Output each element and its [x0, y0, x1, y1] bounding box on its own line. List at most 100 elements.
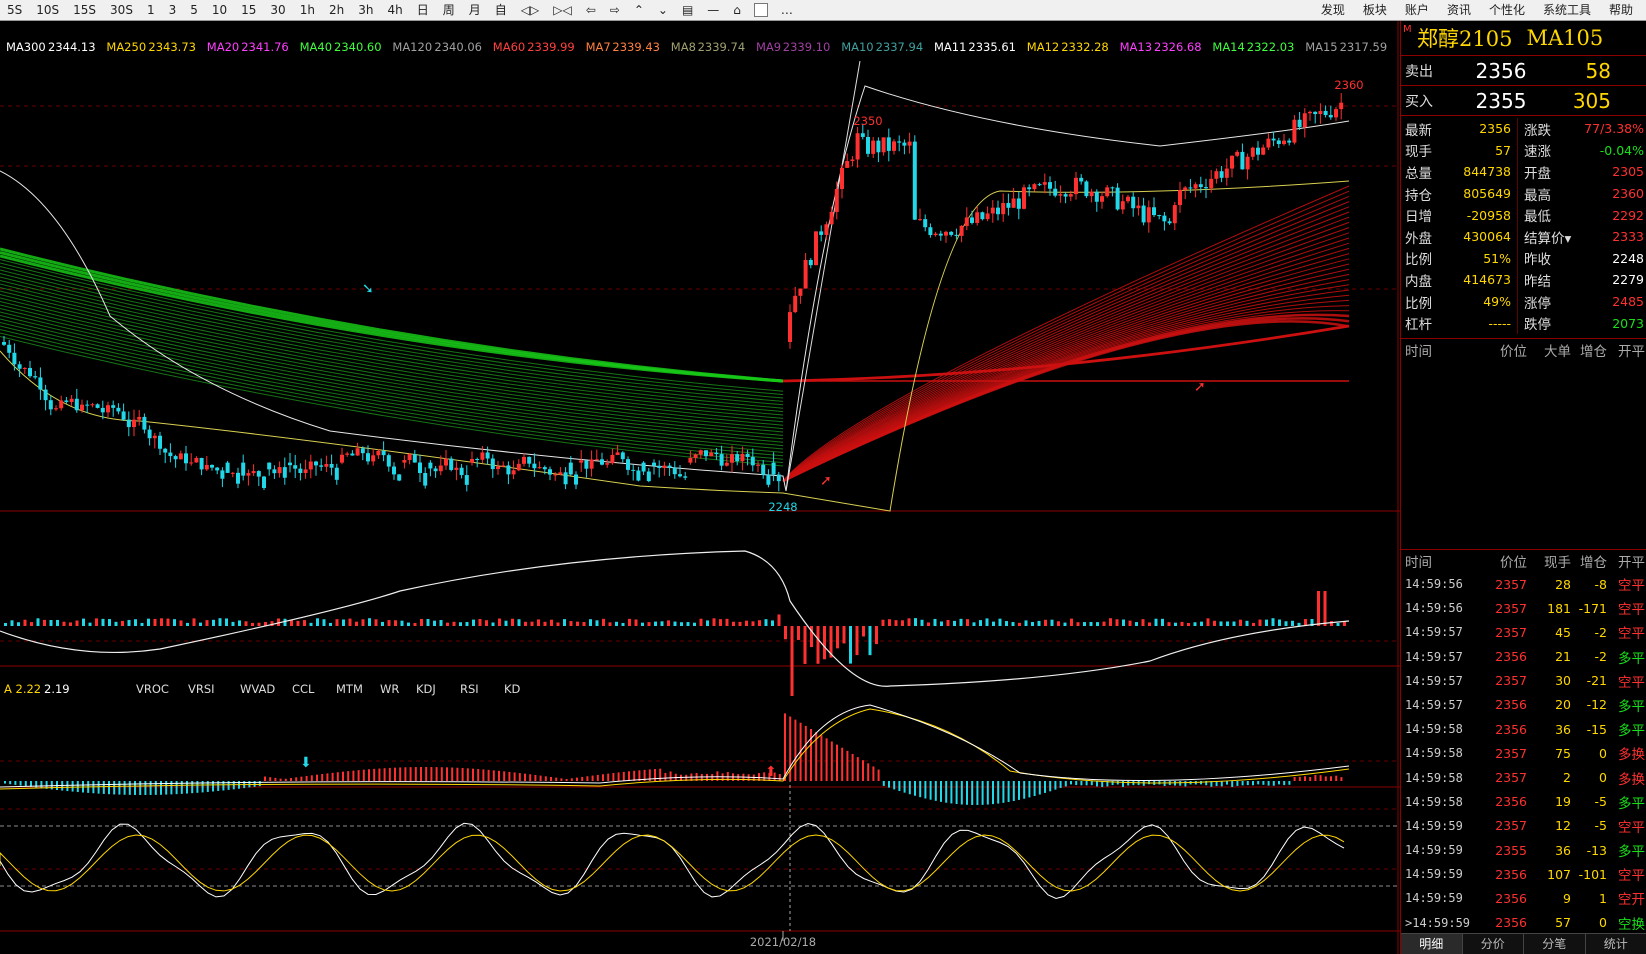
period-button-12[interactable]: 3h	[351, 0, 380, 20]
period-button-26[interactable]: ⌂	[726, 0, 748, 20]
volume-bar	[1206, 618, 1210, 626]
stat-label[interactable]: 结算价▾	[1524, 227, 1580, 247]
indicator-tab-kdj[interactable]: KDJ	[416, 682, 436, 696]
menu-item-2[interactable]: 账户	[1396, 0, 1438, 20]
period-button-25[interactable]: —	[700, 0, 726, 20]
menu-item-6[interactable]: 帮助	[1600, 0, 1642, 20]
candle-body	[95, 404, 100, 408]
candle-body	[620, 452, 625, 460]
period-button-20[interactable]: ⇦	[579, 0, 603, 20]
stat-row: 比例 49% 涨停 2485	[1401, 290, 1646, 313]
period-button-9[interactable]: 30	[263, 0, 292, 20]
period-button-21[interactable]: ⇨	[603, 0, 627, 20]
kline-chart-area[interactable]: MA300 2344.13 MA250 2343.73 MA20 2341.76 MA40 2…	[0, 21, 1400, 954]
volume-bar	[368, 618, 371, 626]
tick-change: -2	[1594, 649, 1607, 665]
quote-panel: M 郑醇2105 MA105 卖出 2356 58 买入 2355 305 最新…	[1400, 21, 1646, 954]
period-button-6[interactable]: 5	[183, 0, 205, 20]
candle-body	[340, 454, 344, 463]
candle-body	[355, 448, 360, 456]
menu-item-3[interactable]: 资讯	[1438, 0, 1480, 20]
period-button-2[interactable]: 15S	[66, 0, 103, 20]
period-button-11[interactable]: 2h	[322, 0, 351, 20]
stat-value: 414673	[1463, 272, 1511, 288]
menu-item-1[interactable]: 板块	[1354, 0, 1396, 20]
indicator-tab-wvad[interactable]: WVAD	[240, 682, 275, 696]
period-button-16[interactable]: 月	[462, 0, 488, 20]
period-button-5[interactable]: 3	[162, 0, 184, 20]
macd-bar	[1262, 781, 1265, 785]
period-button-8[interactable]: 15	[234, 0, 263, 20]
candle-body	[990, 207, 995, 214]
indicator-tab-vrsi[interactable]: VRSI	[188, 682, 215, 696]
volume-bar	[1044, 619, 1047, 626]
contract-code[interactable]: 郑醇2105	[1417, 23, 1512, 53]
menu-item-5[interactable]: 系统工具	[1534, 0, 1600, 20]
volume-bar	[212, 619, 215, 626]
macd-bar	[321, 774, 324, 781]
period-button-3[interactable]: 30S	[103, 0, 140, 20]
indicator-tab-ccl[interactable]: CCL	[292, 682, 315, 696]
ma-legend-value: 2332.28	[1061, 40, 1109, 54]
menu-item-0[interactable]: 发现	[1312, 0, 1354, 20]
tab-1[interactable]: 分价	[1463, 934, 1524, 954]
tab-3[interactable]: 统计	[1586, 934, 1646, 954]
volume-bar	[1174, 622, 1177, 626]
volume-bar	[1122, 619, 1125, 626]
tick-change: -13	[1586, 842, 1607, 858]
period-button-24[interactable]: ▤	[675, 0, 700, 20]
volume-bar	[933, 618, 937, 626]
period-button-19[interactable]: ▷◁	[546, 0, 578, 20]
ma-legend-name: MA11	[934, 40, 966, 54]
toolbar-checkbox[interactable]	[753, 3, 768, 17]
candle-body	[111, 405, 116, 408]
tab-2[interactable]: 分笔	[1524, 934, 1586, 954]
macd-bar	[1049, 781, 1052, 792]
period-button-17[interactable]: 自	[488, 0, 514, 20]
ma-legend-value: 2326.68	[1154, 40, 1202, 54]
macd-dif-line	[0, 704, 1350, 788]
period-button-0[interactable]: 5S	[0, 0, 29, 20]
volume-bar	[108, 619, 111, 626]
tick-price: 2355	[1495, 842, 1527, 858]
macd-bar	[435, 767, 438, 781]
macd-bar	[1012, 781, 1015, 802]
period-button-7[interactable]: 10	[205, 0, 234, 20]
indicator-tab-wr[interactable]: WR	[380, 682, 399, 696]
period-button-14[interactable]: 日	[410, 0, 436, 20]
period-button-15[interactable]: 周	[436, 0, 462, 20]
candle-body	[1178, 190, 1182, 206]
candle-body	[667, 465, 672, 468]
candle-body	[303, 469, 308, 473]
volume-bar	[303, 620, 306, 626]
indicator-tab-kd[interactable]: KD	[504, 682, 521, 696]
candle-body	[793, 295, 798, 313]
period-button-18[interactable]: ◁▷	[514, 0, 546, 20]
macd-bar	[9, 781, 12, 785]
indicator-tab-vroc[interactable]: VROC	[136, 682, 169, 696]
menu-item-4[interactable]: 个性化	[1480, 0, 1534, 20]
volume-bar	[225, 618, 228, 626]
macd-bar	[576, 777, 578, 781]
macd-bar	[971, 781, 974, 805]
volume-bar	[836, 626, 839, 649]
period-button-4[interactable]: 1	[140, 0, 162, 20]
indicator-tab-mtm[interactable]: MTM	[336, 682, 363, 696]
stat-label: 持仓	[1405, 187, 1432, 204]
more-button[interactable]: …	[774, 0, 800, 20]
candle-body	[600, 459, 604, 465]
volume-bar	[420, 618, 423, 626]
kline-chart-svg[interactable]: MA300 2344.13 MA250 2343.73 MA20 2341.76 MA40 2…	[0, 21, 1400, 954]
candle-body	[85, 404, 90, 406]
period-button-22[interactable]: ⌃	[627, 0, 651, 20]
macd-bar	[945, 781, 948, 803]
tab-0[interactable]: 明细	[1401, 934, 1463, 954]
volume-bar	[166, 618, 170, 626]
candle-body	[605, 463, 610, 465]
period-button-10[interactable]: 1h	[293, 0, 322, 20]
volume-bar	[628, 618, 631, 626]
period-button-1[interactable]: 10S	[29, 0, 66, 20]
period-button-13[interactable]: 4h	[380, 0, 409, 20]
indicator-tab-rsi[interactable]: RSI	[460, 682, 479, 696]
period-button-23[interactable]: ⌄	[651, 0, 675, 20]
